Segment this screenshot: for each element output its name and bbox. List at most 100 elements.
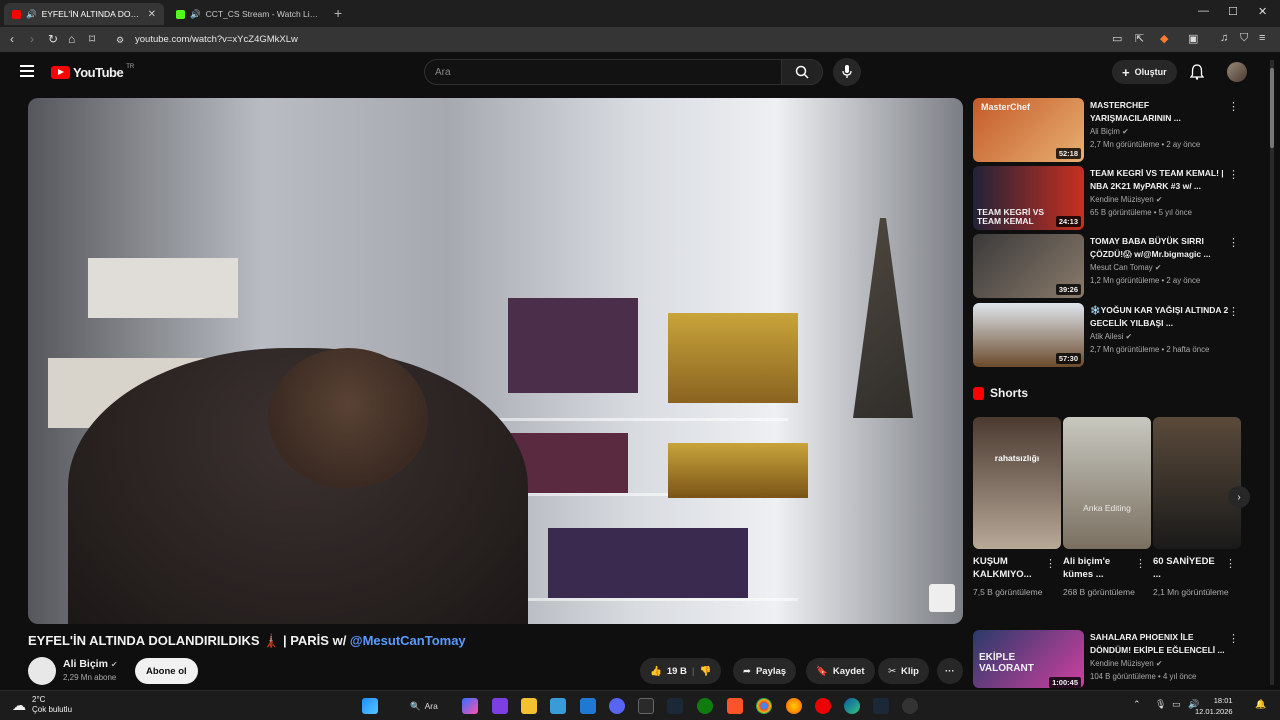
video-thumbnail[interactable]: EKİPLE VALORANT 1:00:45: [973, 630, 1084, 688]
short-title[interactable]: Ali biçim'e kümes ...: [1063, 555, 1135, 581]
more-options-icon[interactable]: ⋮: [1228, 632, 1239, 645]
forward-icon[interactable]: ›: [30, 32, 34, 46]
mail-icon[interactable]: [580, 698, 596, 714]
short-thumbnail[interactable]: [1153, 417, 1241, 549]
share-button[interactable]: ➦ Paylaş: [733, 658, 797, 684]
close-tab-icon[interactable]: ✕: [148, 9, 156, 20]
obs-icon[interactable]: [902, 698, 918, 714]
video-thumbnail[interactable]: TEAM KEGRİ VS TEAM KEMAL 24:13: [973, 166, 1084, 230]
more-options-icon[interactable]: ⋮: [1228, 168, 1239, 181]
notification-center-icon[interactable]: 🔔: [1255, 699, 1266, 710]
share-icon[interactable]: ⇱: [1135, 32, 1144, 45]
opera-icon[interactable]: [815, 698, 831, 714]
rec-title[interactable]: ❄️YOĞUN KAR YAĞIŞI ALTINDA 2 GECELİK YIL…: [1090, 304, 1230, 329]
edge-icon[interactable]: [844, 698, 860, 714]
sidebar-icon[interactable]: ▣: [1188, 32, 1198, 45]
steam-icon[interactable]: [873, 698, 889, 714]
rec-title[interactable]: SAHALARA PHOENIX İLE DÖNDÜM! EKİPLE EĞLE…: [1090, 631, 1230, 656]
like-button[interactable]: 👍 19 B | 👎: [640, 658, 722, 684]
browser-tab-youtube[interactable]: 🔊 EYFEL'İN ALTINDA DOLANDIRILDIKS ✕: [4, 3, 164, 25]
rec-channel[interactable]: Mesut Can Tomay ✔: [1090, 263, 1161, 272]
video-player[interactable]: [28, 98, 963, 624]
weather-widget[interactable]: ☁ 2°C Çok bulutlu: [12, 695, 72, 715]
brave-browser-icon[interactable]: [727, 698, 743, 714]
tray-overflow-icon[interactable]: ⌃: [1133, 699, 1141, 710]
mention-link[interactable]: @MesutCanTomay: [350, 633, 466, 648]
rec-channel[interactable]: Kendine Müzisyen ✔: [1090, 195, 1162, 204]
recommended-video[interactable]: TEAM KEGRİ VS TEAM KEMAL 24:13 TEAM KEGR…: [973, 166, 1253, 230]
minimize-button[interactable]: —: [1198, 5, 1209, 17]
close-window-button[interactable]: ✕: [1258, 5, 1267, 18]
short-thumbnail[interactable]: rahatsızlığı: [973, 417, 1061, 549]
browser-tab-kick[interactable]: 🔊 CCT_CS Stream - Watch Live on Kick: [168, 3, 328, 25]
recommended-video[interactable]: 57:30 ❄️YOĞUN KAR YAĞIŞI ALTINDA 2 GECEL…: [973, 303, 1253, 367]
maximize-button[interactable]: ☐: [1228, 5, 1238, 18]
cast-icon[interactable]: ▭: [1112, 32, 1122, 45]
url-field[interactable]: youtube.com/watch?v=xYcZ4GMkXLw: [135, 34, 298, 45]
copilot-icon[interactable]: [462, 698, 478, 714]
save-button[interactable]: 🔖 Kaydet: [806, 658, 875, 684]
more-options-icon[interactable]: ⋮: [1228, 236, 1239, 249]
create-button[interactable]: + Oluştur: [1112, 60, 1177, 84]
video-thumbnail[interactable]: MasterChef 52:18: [973, 98, 1084, 162]
chrome-icon[interactable]: [756, 698, 772, 714]
back-icon[interactable]: ‹: [10, 32, 14, 46]
home-icon[interactable]: ⌂: [68, 32, 75, 46]
rec-title[interactable]: MASTERCHEF YARIŞMACILARININ ...: [1090, 99, 1230, 124]
start-button-icon[interactable]: [362, 698, 378, 714]
more-options-icon[interactable]: ⋮: [1225, 557, 1236, 570]
video-thumbnail[interactable]: 39:26: [973, 234, 1084, 298]
more-options-icon[interactable]: ⋮: [1135, 557, 1146, 570]
recommended-video[interactable]: MasterChef 52:18 MASTERCHEF YARIŞMACILAR…: [973, 98, 1253, 162]
recommended-video[interactable]: 39:26 TOMAY BABA BÜYÜK SIRRI ÇÖZDÜ!😱 w/@…: [973, 234, 1253, 298]
short-thumbnail[interactable]: Anka Editing: [1063, 417, 1151, 549]
clip-button[interactable]: ✂ Klip: [878, 658, 929, 684]
epic-games-icon[interactable]: [638, 698, 654, 714]
subscribe-button[interactable]: Abone ol: [135, 658, 198, 684]
more-options-icon[interactable]: ⋮: [1228, 100, 1239, 113]
rec-channel[interactable]: Atik Ailesi ✔: [1090, 332, 1132, 341]
voice-search-button[interactable]: [833, 58, 861, 86]
channel-watermark[interactable]: [929, 584, 955, 612]
thumbs-down-icon[interactable]: 👎: [700, 666, 712, 677]
video-thumbnail[interactable]: 57:30: [973, 303, 1084, 367]
discord-icon[interactable]: [609, 698, 625, 714]
hamburger-menu-icon[interactable]: [20, 65, 34, 77]
firefox-icon[interactable]: [786, 698, 802, 714]
short-title[interactable]: KUŞUM KALKMIYO...: [973, 555, 1045, 581]
channel-name[interactable]: Ali Biçim ✔: [63, 658, 118, 670]
scrollbar-thumb[interactable]: [1270, 68, 1274, 148]
file-explorer-icon[interactable]: [521, 698, 537, 714]
music-icon[interactable]: ♫: [1220, 32, 1228, 44]
steam-icon[interactable]: [667, 698, 683, 714]
notifications-bell-icon[interactable]: [1190, 64, 1204, 80]
microphone-tray-icon[interactable]: 🎙: [1155, 699, 1166, 710]
new-tab-button[interactable]: +: [334, 5, 342, 21]
page-scrollbar[interactable]: [1270, 60, 1274, 685]
menu-icon[interactable]: ≡: [1259, 32, 1265, 44]
youtube-logo[interactable]: YouTube TR: [51, 64, 134, 80]
reload-icon[interactable]: ↻: [48, 32, 58, 46]
vpn-icon[interactable]: ⛉: [1240, 32, 1248, 45]
account-avatar[interactable]: [1227, 62, 1247, 82]
rec-title[interactable]: TEAM KEGRİ VS TEAM KEMAL! | NBA 2K21 MyP…: [1090, 167, 1230, 192]
brave-shield-icon[interactable]: ◆: [1160, 32, 1168, 45]
more-options-icon[interactable]: ⋮: [1045, 557, 1056, 570]
more-actions-button[interactable]: ···: [937, 658, 963, 684]
search-input[interactable]: Ara: [424, 59, 782, 85]
site-info-icon[interactable]: ⚙: [116, 35, 124, 46]
network-icon[interactable]: ▭: [1172, 699, 1181, 710]
xbox-icon[interactable]: [697, 698, 713, 714]
bookmark-icon[interactable]: ⌑: [89, 32, 95, 46]
channel-avatar[interactable]: [28, 657, 56, 685]
short-title[interactable]: 60 SANİYEDE ...: [1153, 555, 1225, 581]
taskbar-search[interactable]: 🔍 Ara: [400, 697, 448, 715]
search-button[interactable]: [781, 59, 823, 85]
shorts-next-button[interactable]: ›: [1228, 486, 1250, 508]
store-icon[interactable]: [550, 698, 566, 714]
more-options-icon[interactable]: ⋮: [1228, 305, 1239, 318]
task-view-icon[interactable]: [492, 698, 508, 714]
recommended-video[interactable]: EKİPLE VALORANT 1:00:45 SAHALARA PHOENIX…: [973, 630, 1253, 694]
rec-title[interactable]: TOMAY BABA BÜYÜK SIRRI ÇÖZDÜ!😱 w/@Mr.big…: [1090, 235, 1230, 260]
rec-channel[interactable]: Ali Biçim ✔: [1090, 127, 1129, 136]
